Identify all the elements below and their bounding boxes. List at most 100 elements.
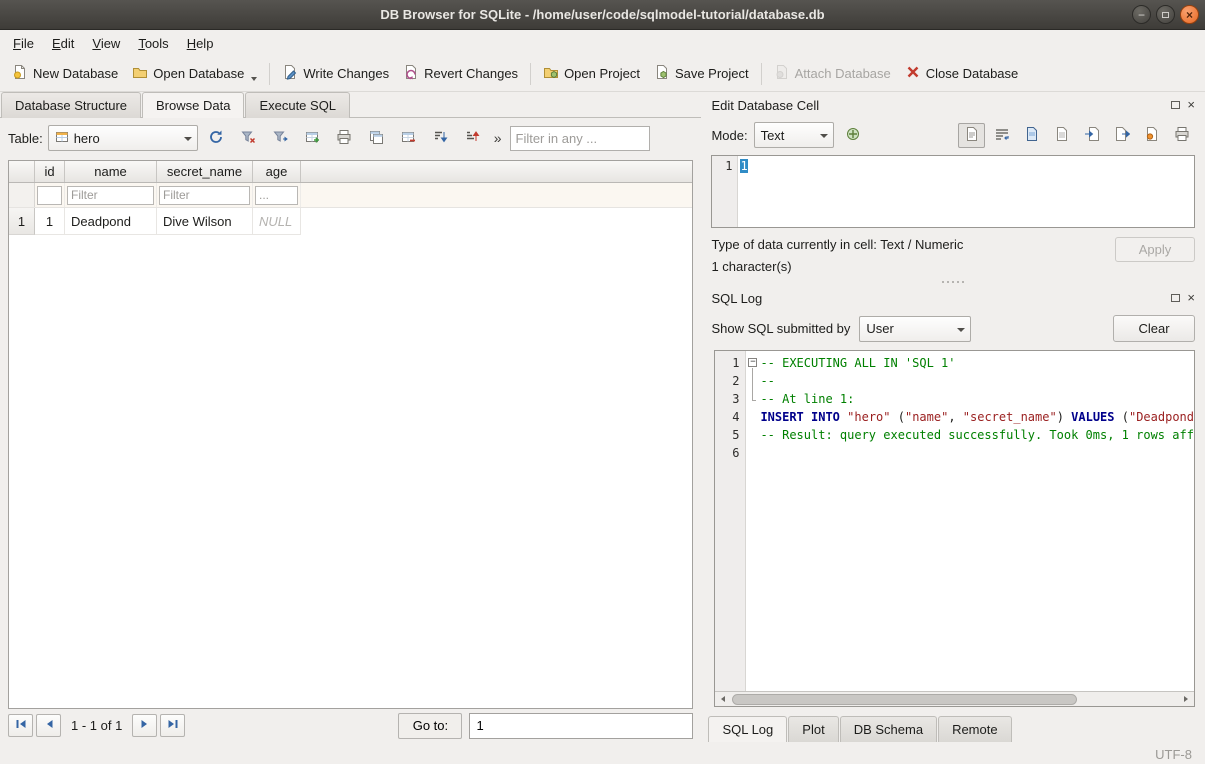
fold-guide xyxy=(745,372,760,390)
toolbar-overflow-chevron[interactable]: » xyxy=(491,130,505,146)
open-database-dropdown-arrow-icon[interactable] xyxy=(251,77,257,81)
cell-editor[interactable]: 1 1 xyxy=(711,155,1195,228)
column-header-name[interactable]: name xyxy=(65,161,157,182)
revert-changes-button[interactable]: Revert Changes xyxy=(396,59,525,88)
window-title: DB Browser for SQLite - /home/user/code/… xyxy=(0,7,1205,22)
duplicate-record-button[interactable] xyxy=(363,126,390,151)
tab-remote[interactable]: Remote xyxy=(938,716,1012,742)
cell-age[interactable]: NULL xyxy=(253,208,301,235)
filter-input-age[interactable] xyxy=(255,186,298,205)
print-icon xyxy=(1174,126,1190,145)
insert-record-button[interactable] xyxy=(299,126,326,151)
clear-log-button[interactable]: Clear xyxy=(1113,315,1195,342)
save-project-button[interactable]: Save Project xyxy=(647,59,756,88)
tab-execute-sql[interactable]: Execute SQL xyxy=(245,92,350,118)
import-cell-data-button[interactable] xyxy=(1078,123,1105,148)
tab-plot[interactable]: Plot xyxy=(788,716,838,742)
text-mode-button[interactable] xyxy=(958,123,985,148)
menu-view[interactable]: View xyxy=(83,33,129,54)
last-record-button[interactable] xyxy=(160,714,185,737)
open-in-editor-button[interactable] xyxy=(1018,123,1045,148)
delete-record-button[interactable] xyxy=(395,126,422,151)
close-icon[interactable]: × xyxy=(1180,5,1199,24)
tab-database-structure[interactable]: Database Structure xyxy=(1,92,141,118)
next-record-button[interactable] xyxy=(132,714,157,737)
sql-source-selector[interactable]: User xyxy=(859,316,971,342)
export-cell-data-button[interactable] xyxy=(1108,123,1135,148)
apply-button[interactable]: Apply xyxy=(1115,237,1195,262)
filter-options-button[interactable] xyxy=(267,126,294,151)
export-icon xyxy=(1114,126,1130,145)
menu-file[interactable]: File xyxy=(4,33,43,54)
insert-record-icon xyxy=(304,129,320,148)
sql-token: ) xyxy=(1057,410,1071,424)
word-wrap-button[interactable] xyxy=(988,123,1015,148)
dock-close-icon[interactable]: × xyxy=(1187,100,1195,110)
tab-db-schema[interactable]: DB Schema xyxy=(840,716,937,742)
filter-input-name[interactable] xyxy=(67,186,154,205)
dock-float-icon[interactable] xyxy=(1171,101,1180,109)
sql-log-editor[interactable]: 1−-- EXECUTING ALL IN 'SQL 1'2--3-- At l… xyxy=(714,350,1195,707)
cell-type-text: Type of data currently in cell: Text / N… xyxy=(711,237,963,252)
sort-asc-button[interactable] xyxy=(427,126,454,151)
grid-corner-cell[interactable] xyxy=(9,161,35,182)
print-cell-button[interactable] xyxy=(1168,123,1195,148)
tab-browse-data[interactable]: Browse Data xyxy=(142,92,244,118)
cell-id[interactable]: 1 xyxy=(35,208,65,235)
scrollbar-thumb[interactable] xyxy=(732,694,1077,705)
sql-log-title: SQL Log xyxy=(711,291,762,306)
write-changes-button[interactable]: Write Changes xyxy=(275,59,396,88)
close-database-button[interactable]: Close Database xyxy=(898,59,1026,88)
horizontal-scrollbar[interactable] xyxy=(715,691,1194,706)
splitter-handle[interactable] xyxy=(701,276,1205,287)
menu-tools[interactable]: Tools xyxy=(129,33,177,54)
scroll-right-icon[interactable] xyxy=(1178,692,1194,706)
dock-float-icon[interactable] xyxy=(1171,294,1180,302)
filter-input-id[interactable] xyxy=(37,186,62,205)
edit-cell-icon-group xyxy=(958,123,1195,148)
set-null-button[interactable] xyxy=(1138,123,1165,148)
print-table-button[interactable] xyxy=(331,126,358,151)
clear-filters-button[interactable] xyxy=(235,126,262,151)
open-database-icon xyxy=(132,64,148,83)
column-header-secret-name[interactable]: secret_name xyxy=(157,161,253,182)
cell-name[interactable]: Deadpond xyxy=(65,208,157,235)
first-record-button[interactable] xyxy=(8,714,33,737)
sort-asc-icon xyxy=(432,129,448,148)
toolbar-separator xyxy=(530,63,531,85)
clear-filters-icon xyxy=(240,129,256,148)
menu-edit[interactable]: Edit xyxy=(43,33,83,54)
tab-sql-log[interactable]: SQL Log xyxy=(708,716,787,742)
table-selector[interactable]: hero xyxy=(48,125,198,151)
column-header-age[interactable]: age xyxy=(253,161,301,182)
main-tabbar: Database Structure Browse Data Execute S… xyxy=(0,92,701,118)
goto-input[interactable] xyxy=(469,713,693,739)
sort-desc-button[interactable] xyxy=(459,126,486,151)
refresh-button[interactable] xyxy=(203,126,230,151)
minimize-icon[interactable]: − xyxy=(1132,5,1151,24)
filter-input-secret-name[interactable] xyxy=(159,186,250,205)
scroll-left-icon[interactable] xyxy=(715,692,731,706)
open-database-button[interactable]: Open Database xyxy=(125,59,264,88)
titlebar: DB Browser for SQLite - /home/user/code/… xyxy=(0,0,1205,30)
dock-close-icon[interactable]: × xyxy=(1187,293,1195,303)
auto-switch-mode-button[interactable] xyxy=(840,123,867,148)
previous-record-button[interactable] xyxy=(36,714,61,737)
maximize-icon[interactable] xyxy=(1156,5,1175,24)
encoding-indicator[interactable]: UTF-8 xyxy=(1155,747,1192,762)
menu-help[interactable]: Help xyxy=(178,33,223,54)
fold-marker-icon[interactable]: − xyxy=(745,354,760,372)
open-project-button[interactable]: Open Project xyxy=(536,59,647,88)
maximize-glyph xyxy=(1162,12,1169,18)
row-number-cell[interactable]: 1 xyxy=(9,208,35,235)
filter-any-input[interactable] xyxy=(510,126,650,151)
goto-button[interactable]: Go to: xyxy=(398,713,462,739)
save-cell-button[interactable] xyxy=(1048,123,1075,148)
data-grid: id name secret_name age 1 xyxy=(8,160,693,709)
dock-buttons: × xyxy=(1171,100,1195,110)
cell-editor-content[interactable]: 1 xyxy=(738,156,749,227)
column-header-id[interactable]: id xyxy=(35,161,65,182)
cell-secret-name[interactable]: Dive Wilson xyxy=(157,208,253,235)
new-database-button[interactable]: New Database xyxy=(5,59,125,88)
mode-selector[interactable]: Text xyxy=(754,122,834,148)
